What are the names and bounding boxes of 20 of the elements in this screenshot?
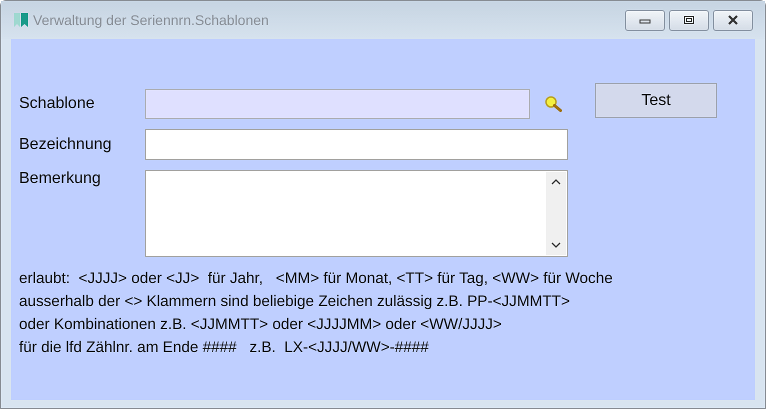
field-label: Bemerkung bbox=[19, 170, 102, 188]
scrollbar[interactable] bbox=[546, 172, 566, 255]
scroll-up-icon[interactable] bbox=[551, 178, 561, 186]
maximize-button[interactable] bbox=[669, 10, 709, 30]
test-button[interactable]: Test bbox=[595, 83, 717, 118]
help-text: erlaubt: <JJJJ> oder <JJ> für Jahr, <MM> für Monat, <TT> für Tag, <WW> für Woche bbox=[19, 269, 614, 289]
close-button[interactable] bbox=[713, 10, 753, 30]
maximize-icon bbox=[683, 15, 695, 25]
scroll-down-icon[interactable] bbox=[551, 241, 561, 249]
search-icon[interactable] bbox=[544, 95, 564, 113]
help-text: für die lfd Zählnr. am Ende #### z.B. LX-<JJJJ/WW>-#### bbox=[19, 338, 430, 358]
minimize-button[interactable] bbox=[625, 10, 665, 30]
field-label: Bezeichnung bbox=[19, 136, 113, 154]
help-text: ausserhalb der <> Klammern sind beliebige Zeichen zulässig z.B. PP-<JJMMTT> bbox=[19, 292, 571, 312]
field-label: Schablone bbox=[19, 95, 96, 113]
bookmark-icon bbox=[13, 12, 29, 28]
help-text: oder Kombinationen z.B. <JJMMTT> oder <JJJJMM> oder <WW/JJJJ> bbox=[19, 315, 503, 335]
input-field[interactable] bbox=[145, 129, 568, 160]
window-title: Verwaltung der Seriennrn.Schablonen bbox=[33, 12, 269, 28]
close-icon bbox=[727, 15, 739, 25]
